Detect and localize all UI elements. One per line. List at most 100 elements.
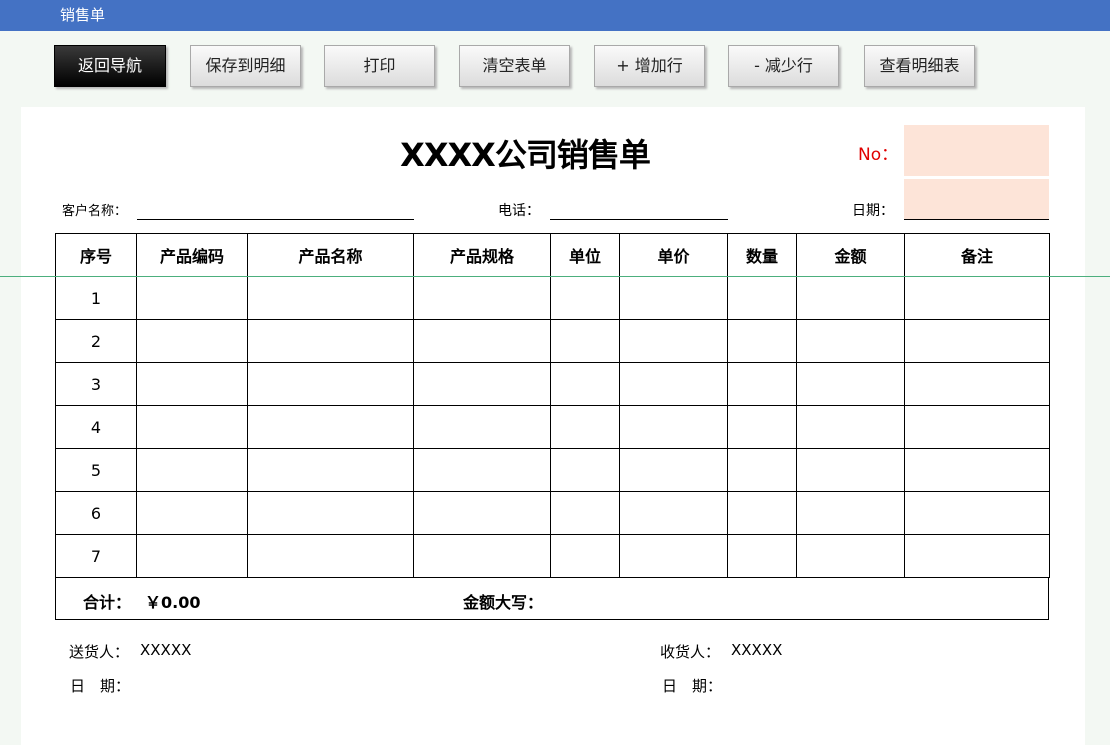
clear-form-button[interactable]: 清空表单 (459, 45, 570, 87)
table-header-row: 序号 产品编码 产品名称 产品规格 单位 单价 数量 金额 备注 (55, 233, 1050, 277)
row-number: 4 (55, 405, 137, 449)
cell-amount[interactable] (796, 448, 905, 492)
cell-price[interactable] (619, 534, 728, 578)
back-to-nav-button[interactable]: 返回导航 (54, 45, 166, 87)
cell-remark[interactable] (904, 319, 1050, 363)
row-number: 6 (55, 491, 137, 535)
cell-amount[interactable] (796, 319, 905, 363)
date-field[interactable] (904, 179, 1049, 219)
cell-qty[interactable] (727, 405, 797, 449)
cell-code[interactable] (136, 534, 248, 578)
cell-qty[interactable] (727, 534, 797, 578)
cell-unit[interactable] (550, 405, 620, 449)
total-value: ￥0.00 (145, 593, 201, 612)
cell-price[interactable] (619, 491, 728, 535)
save-to-detail-button[interactable]: 保存到明细 (190, 45, 301, 87)
customer-field[interactable] (137, 198, 414, 218)
phone-field[interactable] (550, 198, 728, 218)
row-number: 2 (55, 319, 137, 363)
cell-price[interactable] (619, 362, 728, 406)
cell-unit[interactable] (550, 491, 620, 535)
cell-amount[interactable] (796, 276, 905, 320)
date-label: 日期： (852, 203, 894, 219)
cell-unit[interactable] (550, 448, 620, 492)
receiver-value[interactable]: XXXXX (731, 641, 782, 659)
cell-spec[interactable] (413, 362, 551, 406)
cell-code[interactable] (136, 276, 248, 320)
cell-remark[interactable] (904, 534, 1050, 578)
deliverer-label: 送货人： (69, 643, 130, 661)
cell-qty[interactable] (727, 491, 797, 535)
total-row: 合计： ￥0.00 金额大写： (55, 577, 1049, 620)
cell-remark[interactable] (904, 276, 1050, 320)
row-number: 1 (55, 276, 137, 320)
print-button[interactable]: 打印 (324, 45, 435, 87)
customer-underline (137, 219, 414, 220)
cell-remark[interactable] (904, 491, 1050, 535)
cell-spec[interactable] (413, 276, 551, 320)
cell-name[interactable] (247, 534, 414, 578)
row-number: 7 (55, 534, 137, 578)
col-header-qty: 数量 (727, 233, 797, 277)
cell-code[interactable] (136, 405, 248, 449)
no-field[interactable] (904, 125, 1049, 176)
cell-unit[interactable] (550, 319, 620, 363)
cell-qty[interactable] (727, 362, 797, 406)
table-row: 6 (55, 491, 1050, 535)
col-header-remark: 备注 (904, 233, 1050, 277)
cell-price[interactable] (619, 276, 728, 320)
cell-unit[interactable] (550, 276, 620, 320)
cell-remark[interactable] (904, 362, 1050, 406)
col-header-price: 单价 (619, 233, 728, 277)
cell-unit[interactable] (550, 362, 620, 406)
title-bar: 销售单 (0, 0, 1110, 31)
form-title: XXXX公司销售单 (400, 136, 651, 174)
remove-row-button[interactable]: - 减少行 (728, 45, 839, 87)
cell-name[interactable] (247, 362, 414, 406)
cell-name[interactable] (247, 319, 414, 363)
phone-underline (550, 219, 728, 220)
cell-name[interactable] (247, 448, 414, 492)
cell-price[interactable] (619, 448, 728, 492)
cell-code[interactable] (136, 319, 248, 363)
cell-price[interactable] (619, 319, 728, 363)
cell-code[interactable] (136, 362, 248, 406)
receiver-label: 收货人： (660, 643, 721, 661)
cell-name[interactable] (247, 491, 414, 535)
cell-amount[interactable] (796, 405, 905, 449)
cell-amount[interactable] (796, 491, 905, 535)
cell-name[interactable] (247, 405, 414, 449)
cell-spec[interactable] (413, 491, 551, 535)
cell-code[interactable] (136, 491, 248, 535)
cell-remark[interactable] (904, 448, 1050, 492)
customer-label: 客户名称： (62, 204, 128, 219)
amount-words-label: 金额大写： (463, 593, 544, 612)
table-row: 2 (55, 319, 1050, 363)
cell-qty[interactable] (727, 448, 797, 492)
cell-qty[interactable] (727, 319, 797, 363)
cell-spec[interactable] (413, 319, 551, 363)
cell-spec[interactable] (413, 534, 551, 578)
cell-amount[interactable] (796, 534, 905, 578)
cell-name[interactable] (247, 276, 414, 320)
cell-remark[interactable] (904, 405, 1050, 449)
view-detail-button[interactable]: 查看明细表 (864, 45, 975, 87)
cell-code[interactable] (136, 448, 248, 492)
col-header-spec: 产品规格 (413, 233, 551, 277)
add-row-button[interactable]: + 增加行 (594, 45, 705, 87)
table-row: 1 (55, 276, 1050, 320)
cell-unit[interactable] (550, 534, 620, 578)
deliverer-value[interactable]: XXXXX (140, 641, 191, 659)
items-table: 序号 产品编码 产品名称 产品规格 单位 单价 数量 金额 备注 1 2 3 4… (55, 233, 1050, 578)
cell-qty[interactable] (727, 276, 797, 320)
cell-spec[interactable] (413, 448, 551, 492)
table-row: 5 (55, 448, 1050, 492)
total-label: 合计： (83, 593, 132, 612)
selection-guide-line (0, 276, 1110, 277)
row-number: 3 (55, 362, 137, 406)
col-header-no: 序号 (55, 233, 137, 277)
cell-spec[interactable] (413, 405, 551, 449)
cell-price[interactable] (619, 405, 728, 449)
col-header-name: 产品名称 (247, 233, 414, 277)
cell-amount[interactable] (796, 362, 905, 406)
